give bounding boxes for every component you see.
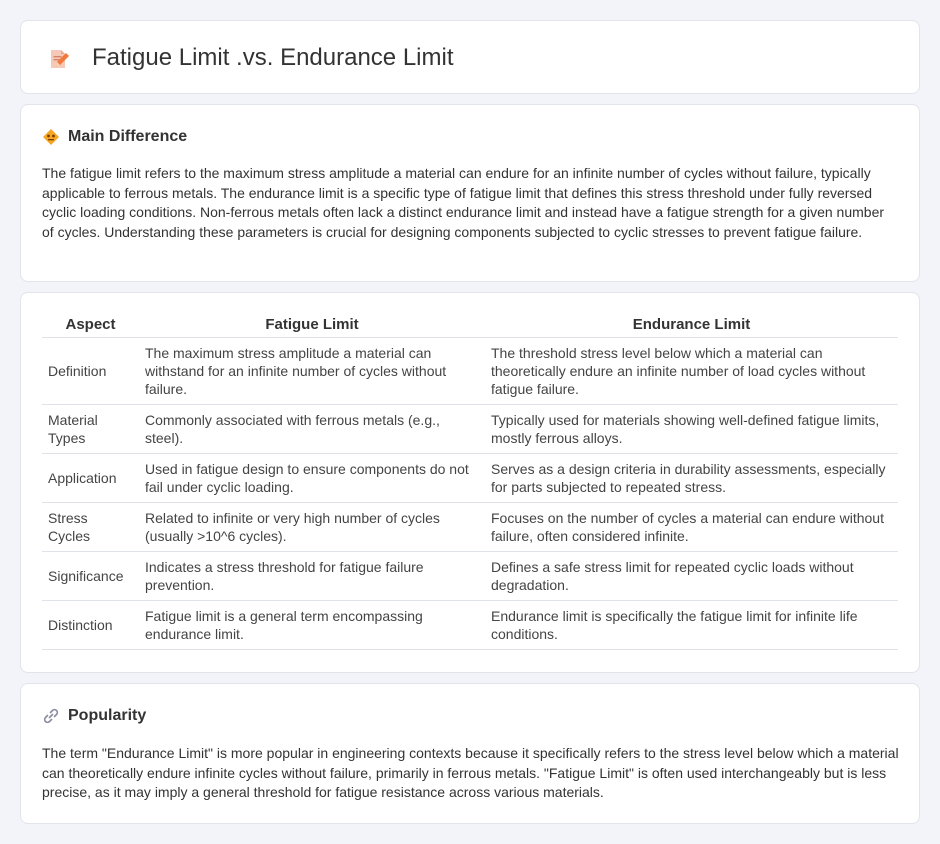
popularity-heading: Popularity — [42, 705, 146, 727]
aspect-cell: Stress Cycles — [42, 502, 139, 552]
main-difference-heading: Main Difference — [42, 126, 187, 148]
table-row: Distinction Fatigue limit is a general t… — [42, 600, 898, 650]
fatigue-cell: Fatigue limit is a general term encompas… — [139, 600, 485, 650]
endurance-cell: Serves as a design criteria in durabilit… — [485, 453, 898, 503]
endurance-cell: Focuses on the number of cycles a materi… — [485, 502, 898, 552]
diamond-warning-icon — [43, 129, 59, 145]
document-pencil-icon — [51, 50, 69, 68]
table-row: Material Types Commonly associated with … — [42, 404, 898, 454]
table-row: Definition The maximum stress amplitude … — [42, 337, 898, 405]
popularity-title: Popularity — [68, 707, 147, 724]
comparison-table: Aspect Fatigue Limit Endurance Limit Def… — [42, 314, 898, 650]
page-title: Fatigue Limit .vs. Endurance Limit — [92, 44, 454, 71]
table-row: Significance Indicates a stress threshol… — [42, 551, 898, 601]
endurance-cell: Endurance limit is specifically the fati… — [485, 600, 898, 650]
main-difference-text: The fatigue limit refers to the maximum … — [42, 165, 885, 240]
table-row: Stress Cycles Related to infinite or ver… — [42, 502, 898, 552]
fatigue-cell: Related to infinite or very high number … — [139, 502, 485, 552]
endurance-cell: Typically used for materials showing wel… — [485, 404, 898, 454]
main-difference-title: Main Difference — [68, 128, 188, 145]
main-difference-section: Main Difference The fatigue limit refers… — [20, 104, 920, 282]
header-endurance-limit: Endurance Limit — [485, 314, 898, 338]
popularity-text: The term "Endurance Limit" is more popul… — [42, 745, 899, 801]
fatigue-cell: Indicates a stress threshold for fatigue… — [139, 551, 485, 601]
table-row: Application Used in fatigue design to en… — [42, 453, 898, 503]
fatigue-cell: The maximum stress amplitude a material … — [139, 337, 485, 405]
aspect-cell: Application — [42, 453, 139, 503]
comparison-section: Aspect Fatigue Limit Endurance Limit Def… — [20, 292, 920, 673]
aspect-cell: Material Types — [42, 404, 139, 454]
aspect-cell: Definition — [42, 337, 139, 405]
link-icon — [43, 708, 59, 724]
endurance-cell: Defines a safe stress limit for repeated… — [485, 551, 898, 601]
header-card: Fatigue Limit .vs. Endurance Limit — [20, 20, 920, 94]
fatigue-cell: Commonly associated with ferrous metals … — [139, 404, 485, 454]
aspect-cell: Significance — [42, 551, 139, 601]
aspect-cell: Distinction — [42, 600, 139, 650]
fatigue-cell: Used in fatigue design to ensure compone… — [139, 453, 485, 503]
header-fatigue-limit: Fatigue Limit — [139, 314, 485, 338]
header-aspect: Aspect — [42, 314, 139, 338]
table-header-row: Aspect Fatigue Limit Endurance Limit — [42, 314, 898, 338]
popularity-section: Popularity The term "Endurance Limit" is… — [20, 683, 920, 824]
endurance-cell: The threshold stress level below which a… — [485, 337, 898, 405]
